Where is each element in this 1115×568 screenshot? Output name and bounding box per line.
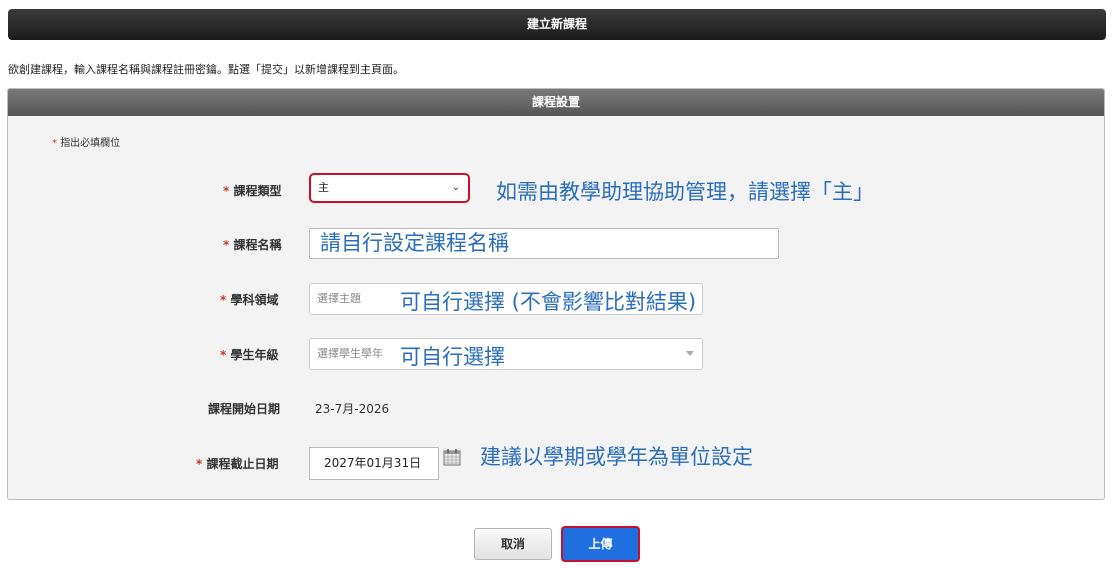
chevron-down-icon: ⌄ [451, 182, 460, 193]
required-note: * 指出必填欄位 [52, 134, 120, 149]
dropdown-arrow-icon [686, 351, 694, 356]
end-date-input[interactable]: 2027年01月31日 [309, 447, 439, 480]
subject-area-annotation: 可自行選擇 (不會影響比對結果) [400, 290, 697, 314]
student-grade-select[interactable]: 選擇學生學年 [309, 338, 703, 370]
start-date-label: 課程開始日期 [208, 402, 281, 416]
upload-button[interactable]: 上傳 [561, 526, 640, 562]
student-grade-label: * 學生年級 [220, 346, 278, 363]
calendar-icon[interactable] [442, 447, 462, 467]
required-asterisk: * [223, 238, 230, 252]
course-name-label: * 課程名稱 [223, 236, 281, 253]
required-asterisk: * [52, 138, 57, 149]
course-type-value: 主 [318, 181, 329, 194]
course-settings-panel: 課程設置 * 指出必填欄位 * 課程類型 主 ⌄ 如需由教學助理協助管理，請選擇… [7, 88, 1105, 500]
end-date-annotation: 建議以學期或學年為單位設定 [480, 445, 753, 469]
page-title-bar: 建立新課程 [8, 9, 1106, 40]
end-date-label-text: 課程截止日期 [206, 457, 279, 471]
page-title: 建立新課程 [526, 17, 587, 31]
required-asterisk: * [220, 293, 227, 307]
required-note-text: 指出必填欄位 [60, 138, 121, 149]
student-grade-placeholder: 選擇學生學年 [317, 347, 383, 360]
course-name-label-text: 課程名稱 [233, 238, 282, 252]
required-asterisk: * [223, 184, 230, 198]
cancel-button[interactable]: 取消 [474, 528, 552, 560]
student-grade-annotation: 可自行選擇 [400, 345, 505, 369]
panel-title: 課程設置 [8, 89, 1104, 116]
course-type-label-text: 課程類型 [233, 184, 282, 198]
required-asterisk: * [196, 457, 203, 471]
subject-area-placeholder: 選擇主題 [317, 292, 361, 305]
intro-text: 欲創建課程，輸入課程名稱與課程註冊密鑰。點選「提交」以新增課程到主頁面。 [8, 63, 404, 76]
course-type-select[interactable]: 主 ⌄ [309, 173, 470, 203]
subject-area-label: * 學科領域 [220, 291, 278, 308]
course-name-input[interactable]: 請自行設定課程名稱 [309, 228, 779, 259]
student-grade-label-text: 學生年級 [230, 348, 279, 362]
course-type-annotation: 如需由教學助理協助管理，請選擇「主」 [496, 180, 874, 204]
subject-area-label-text: 學科領域 [230, 293, 279, 307]
course-type-label: * 課程類型 [223, 182, 281, 199]
required-asterisk: * [220, 348, 227, 362]
start-date-value: 23-7月-2026 [315, 402, 390, 416]
end-date-label: * 課程截止日期 [196, 455, 278, 472]
